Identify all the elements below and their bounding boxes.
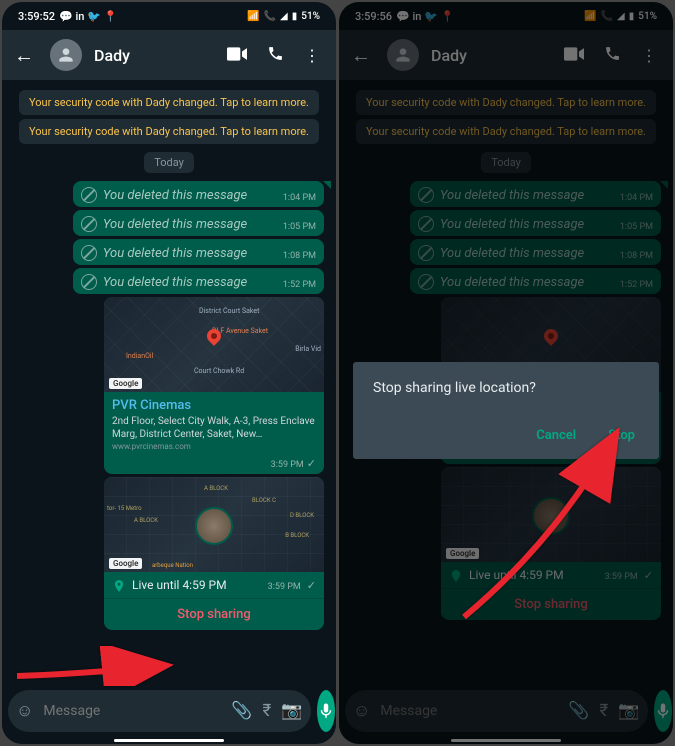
- deleted-message[interactable]: You deleted this message 1:08 PM: [73, 239, 324, 265]
- emoji-icon[interactable]: ☺: [16, 701, 33, 721]
- rupee-icon[interactable]: ₹: [263, 701, 272, 721]
- map-preview[interactable]: District Court Saket DLF Avenue Saket In…: [104, 297, 324, 392]
- camera-icon[interactable]: 📷: [281, 701, 302, 721]
- location-message[interactable]: ➦ District Court Saket DLF Avenue Saket …: [104, 297, 324, 474]
- tick-icon: ✓: [307, 457, 316, 470]
- cancel-button[interactable]: Cancel: [532, 422, 580, 449]
- msg-time: 1:08 PM: [283, 251, 316, 261]
- message-input[interactable]: [43, 703, 221, 719]
- live-avatar: [195, 507, 233, 545]
- wifi-icon: 📶: [247, 11, 259, 22]
- blocked-icon: [81, 187, 97, 203]
- google-badge: Google: [109, 378, 142, 389]
- live-status-text: Live until 4:59 PM: [132, 578, 262, 592]
- deleted-text: You deleted this message: [103, 188, 277, 203]
- back-button[interactable]: ←: [10, 39, 38, 72]
- map-label: Birla Vid: [295, 345, 321, 353]
- voice-call-icon[interactable]: [267, 45, 284, 66]
- blocked-icon: [81, 274, 97, 290]
- mic-button[interactable]: [317, 690, 335, 732]
- signal-icon: ◢: [280, 11, 288, 22]
- msg-time: 3:59 PM: [271, 460, 304, 470]
- live-map-preview[interactable]: A BLOCK A BLOCK B BLOCK D BLOCK BLOCK C …: [104, 477, 324, 572]
- blocked-icon: [81, 216, 97, 232]
- map-label: District Court Saket: [199, 307, 259, 315]
- chat-body[interactable]: Your security code with Dady changed. Ta…: [2, 80, 336, 684]
- map-label: IndianOil: [126, 352, 153, 360]
- status-bar: 3:59:52 💬 in 🐦 📍 📶 📞 ◢ ▮ 51%: [2, 2, 336, 30]
- attach-icon[interactable]: 📎: [231, 701, 252, 721]
- stop-sharing-button[interactable]: Stop sharing: [104, 598, 324, 630]
- deleted-message[interactable]: You deleted this message 1:52 PM: [73, 268, 324, 294]
- status-notif-icons: 💬 in 🐦 📍: [59, 10, 117, 23]
- map-label: A BLOCK: [134, 517, 158, 524]
- location-title: PVR Cinemas: [112, 398, 316, 413]
- video-call-icon[interactable]: [227, 46, 247, 65]
- map-label: arbeque Nation: [152, 562, 193, 569]
- battery-icon: ▮: [292, 11, 298, 22]
- contact-name[interactable]: Dady: [94, 46, 215, 65]
- map-label: A BLOCK: [204, 485, 228, 492]
- input-bar: ☺ 📎 ₹ 📷: [2, 684, 336, 738]
- msg-time: 1:52 PM: [283, 280, 316, 290]
- map-label: Court Chowk Rd: [194, 367, 244, 375]
- msg-time: 3:59 PM: [268, 582, 301, 592]
- msg-time: 1:04 PM: [283, 193, 316, 203]
- deleted-message[interactable]: You deleted this message 1:04 PM: [73, 181, 324, 207]
- security-notice[interactable]: Your security code with Dady changed. Ta…: [19, 90, 319, 115]
- blocked-icon: [81, 245, 97, 261]
- security-notice[interactable]: Your security code with Dady changed. Ta…: [19, 119, 319, 144]
- deleted-message[interactable]: You deleted this message 1:05 PM: [73, 210, 324, 236]
- battery-pct: 51%: [301, 11, 320, 22]
- status-time: 3:59:52: [18, 10, 55, 23]
- map-label: B BLOCK: [285, 532, 309, 539]
- menu-icon[interactable]: ⋮: [304, 46, 320, 65]
- dialog-title: Stop sharing live location?: [373, 380, 639, 396]
- nav-bar: [2, 738, 336, 744]
- location-address: 2nd Floor, Select City Walk, A-3, Press …: [112, 415, 316, 441]
- google-badge: Google: [109, 558, 142, 569]
- contact-avatar[interactable]: [50, 39, 82, 71]
- stop-button[interactable]: Stop: [604, 422, 639, 449]
- stop-sharing-dialog: Stop sharing live location? Cancel Stop: [353, 362, 659, 459]
- msg-time: 1:05 PM: [283, 222, 316, 232]
- location-pin-icon: [112, 578, 126, 592]
- location-url: www.pvrcinemas.com: [112, 442, 316, 451]
- deleted-text: You deleted this message: [103, 246, 277, 261]
- phone-left: 3:59:52 💬 in 🐦 📍 📶 📞 ◢ ▮ 51% ← Dady ⋮ Yo…: [2, 2, 336, 744]
- tick-icon: ✓: [307, 579, 316, 592]
- nav-pill[interactable]: [114, 739, 224, 742]
- deleted-text: You deleted this message: [103, 217, 277, 232]
- map-label: tor- 15 Metro: [107, 505, 142, 512]
- date-pill: Today: [144, 152, 194, 173]
- chat-header: ← Dady ⋮: [2, 30, 336, 80]
- message-input-container: ☺ 📎 ₹ 📷: [8, 690, 311, 732]
- map-label: BLOCK C: [252, 497, 276, 504]
- map-label: D BLOCK: [290, 512, 314, 519]
- live-location-message[interactable]: A BLOCK A BLOCK B BLOCK D BLOCK BLOCK C …: [104, 477, 324, 630]
- phone-right: 3:59:56 💬 in 🐦 📍 📶 📞 ◢ ▮ 51% ← Dady ⋮ Yo…: [339, 2, 673, 744]
- deleted-text: You deleted this message: [103, 275, 277, 290]
- volte-icon: 📞: [264, 11, 276, 22]
